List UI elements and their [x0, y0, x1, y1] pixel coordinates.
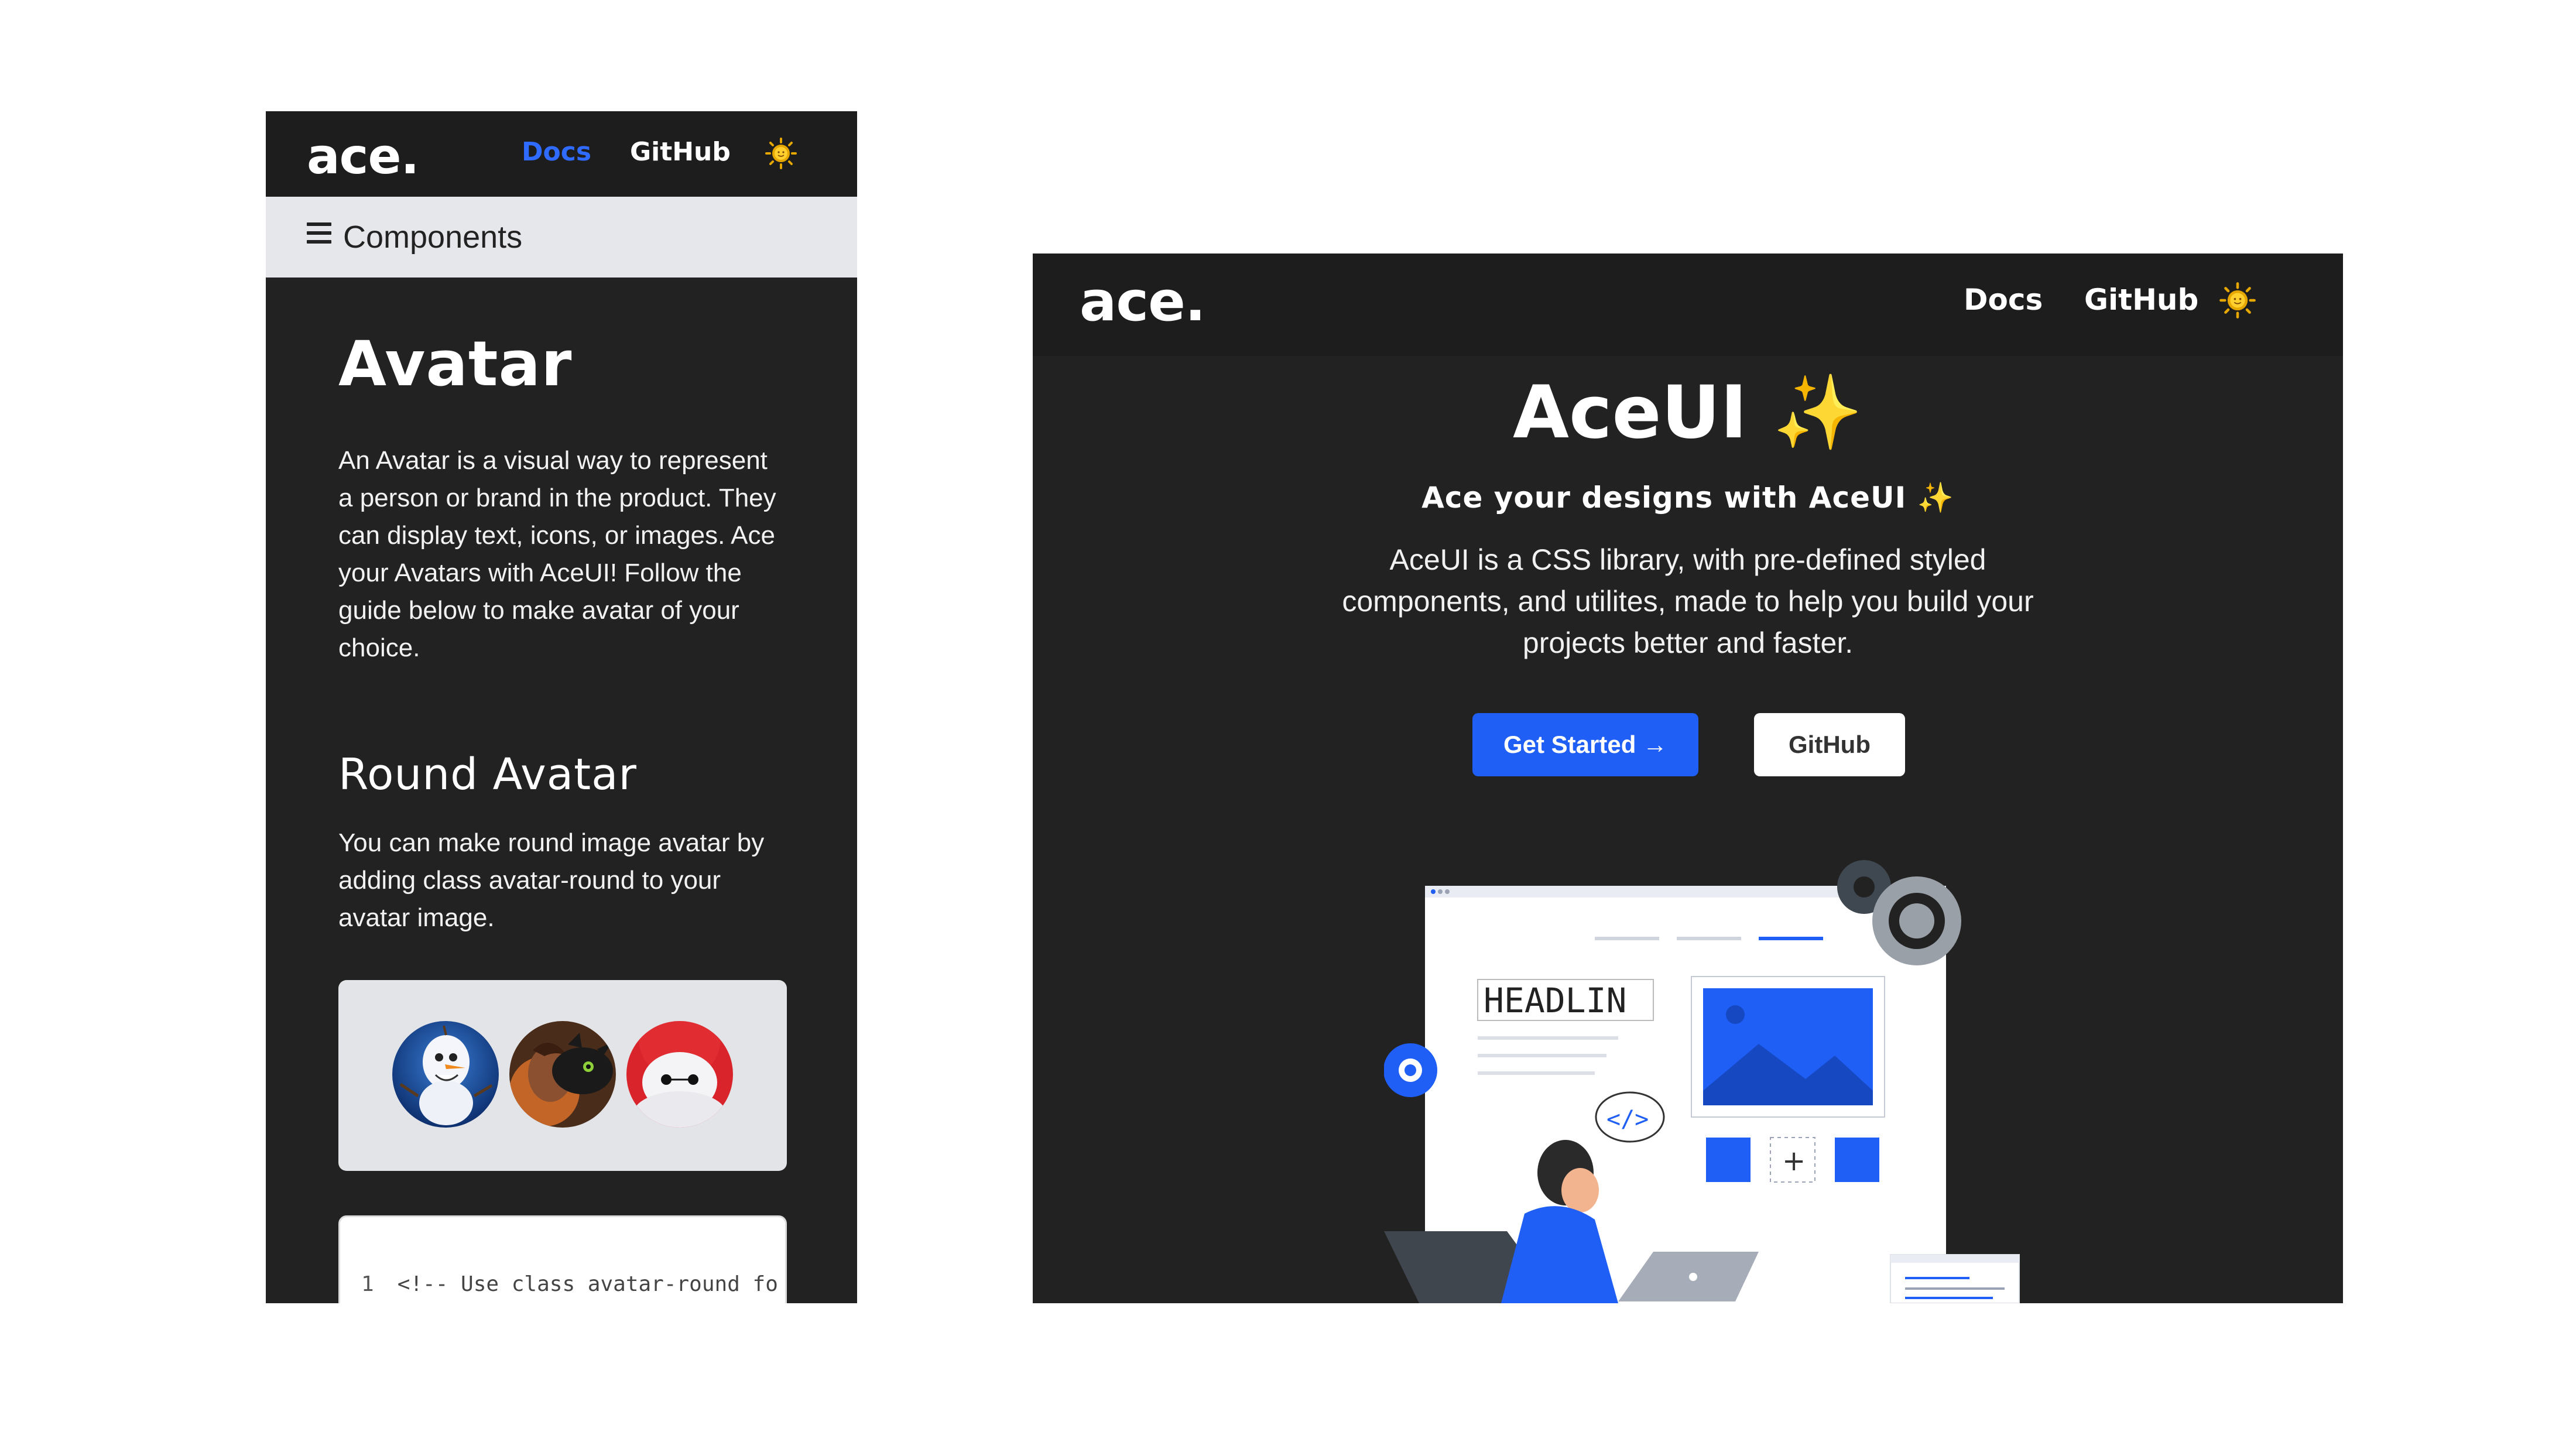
hero-illustration: HEADLIN + </>: [1384, 860, 2020, 1303]
components-label: Components: [343, 220, 523, 255]
section-title: Round Avatar: [338, 749, 637, 800]
avatar-dragon: [509, 1021, 616, 1128]
logo[interactable]: ace.: [1080, 270, 1206, 334]
line-number: 1: [361, 1272, 374, 1296]
code-line: 1 <!-- Use class avatar-round fo: [361, 1272, 778, 1296]
hero-description: AceUI is a CSS library, with pre-defined…: [1342, 543, 2034, 659]
components-menu-bar[interactable]: Components: [266, 197, 857, 278]
desktop-navbar: ace. Docs GitHub: [1033, 254, 2343, 356]
nav-docs-link[interactable]: Docs: [1964, 283, 2043, 317]
hamburger-menu-icon[interactable]: [307, 222, 331, 244]
intro-paragraph: An Avatar is a visual way to represent a…: [338, 446, 776, 662]
nav-github-link[interactable]: GitHub: [2084, 283, 2198, 317]
code-bubble-icon: </>: [1606, 1106, 1649, 1133]
code-text: <!-- Use class avatar-round fo: [397, 1272, 778, 1296]
nav-docs-link[interactable]: Docs: [522, 137, 591, 167]
get-started-button[interactable]: Get Started →: [1472, 713, 1698, 776]
sun-icon[interactable]: [2219, 282, 2256, 319]
mobile-docs-panel: ace. Docs GitHub Components Avatar An Av…: [266, 111, 857, 1303]
svg-text:+: +: [1782, 1145, 1806, 1177]
hero-title: AceUI ✨: [1513, 371, 1863, 455]
avatar-olaf: [392, 1021, 499, 1128]
page-title: Avatar: [338, 328, 573, 400]
hero-subtitle: Ace your designs with AceUI ✨: [1421, 481, 1954, 515]
mobile-navbar: ace. Docs GitHub: [266, 111, 857, 197]
avatar-baymax: [626, 1021, 733, 1128]
section-description: You can make round image avatar by addin…: [338, 828, 765, 932]
avatar-preview-box: [338, 980, 787, 1171]
github-button[interactable]: GitHub: [1754, 713, 1905, 776]
sun-icon[interactable]: [765, 137, 797, 170]
code-block: 1 <!-- Use class avatar-round fo: [338, 1215, 787, 1303]
nav-github-link[interactable]: GitHub: [630, 137, 731, 167]
illustration-headline: HEADLIN: [1484, 981, 1626, 1020]
logo[interactable]: ace.: [307, 128, 419, 185]
desktop-landing-panel: ace. Docs GitHub AceUI ✨ Ace your design…: [1033, 254, 2343, 1303]
